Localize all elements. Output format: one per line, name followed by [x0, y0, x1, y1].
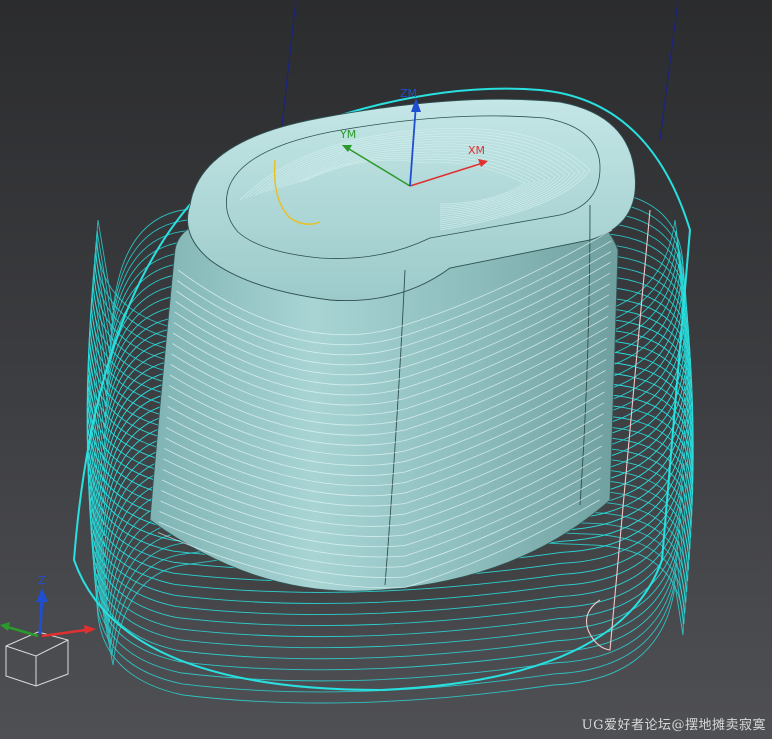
triad-x-arrowhead	[84, 625, 96, 634]
triad-y-axis	[3, 624, 39, 638]
triad-x-axis	[41, 628, 87, 638]
wcs-z-label: ZM	[400, 87, 417, 100]
wcs-y-label: YM	[339, 128, 356, 141]
triad-y-arrowhead	[0, 622, 10, 631]
view-triad[interactable]: Z	[0, 574, 96, 687]
triad-cube	[5, 631, 69, 687]
graphics-viewport[interactable]: XM YM ZM Z	[0, 0, 772, 739]
triad-z-label: Z	[38, 574, 46, 587]
triad-z-arrowhead	[36, 588, 48, 602]
tool-axis-line-right	[659, 0, 679, 141]
forum-watermark: UG爱好者论坛@摆地摊卖寂寞	[581, 718, 766, 733]
wcs-x-label: XM	[468, 144, 485, 157]
